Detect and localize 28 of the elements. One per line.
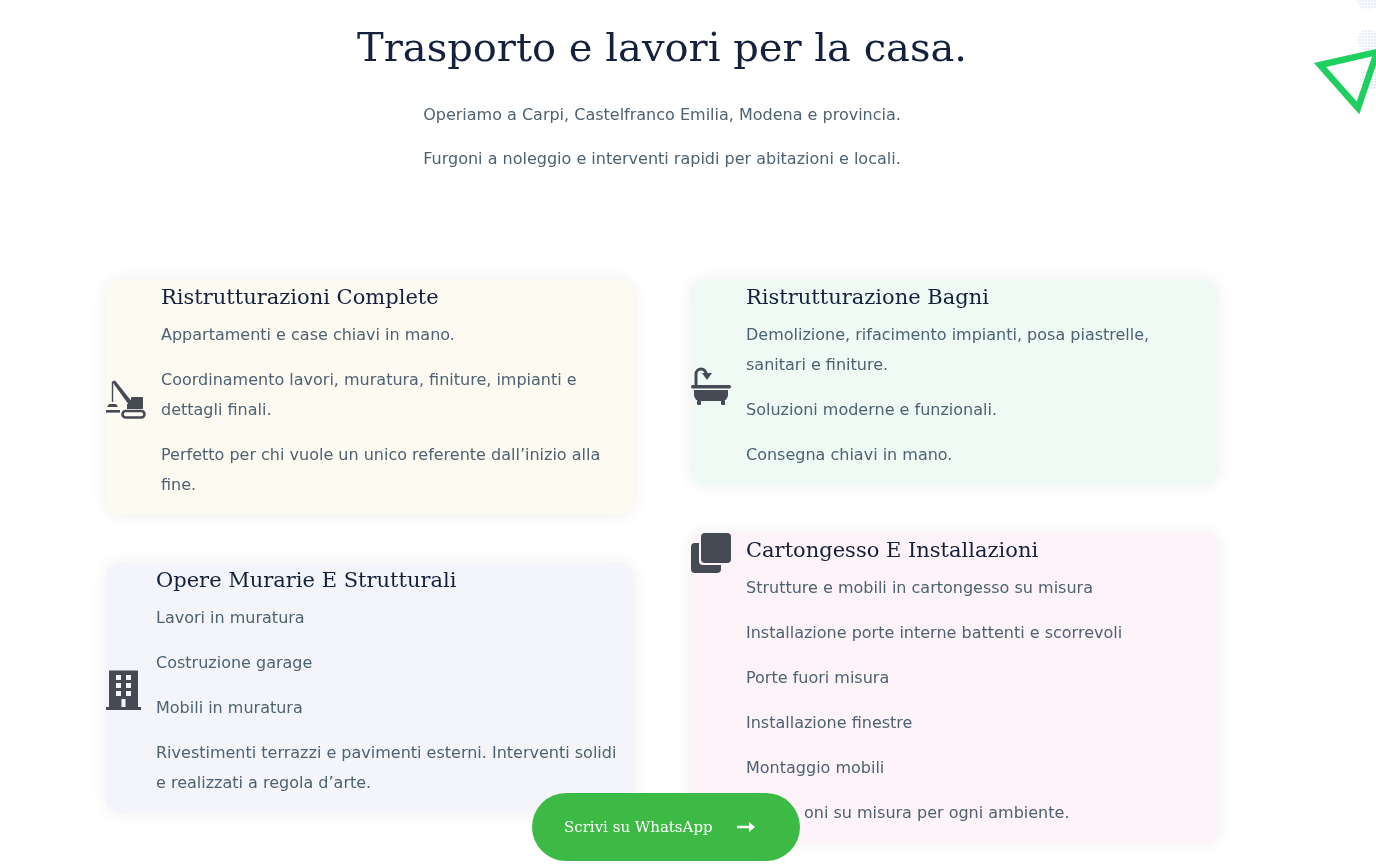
card-text: Demolizione, rifacimento impianti, posa piastrelle, sanitari e finiture.	[746, 324, 1151, 376]
card-text: Strutture e mobili in cartongesso su misura	[746, 577, 1094, 599]
whatsapp-button[interactable]: Scrivi su WhatsApp	[532, 793, 800, 861]
arrow-right-icon	[736, 822, 755, 832]
card-text: Coordinamento lavori, muratura, finiture, impianti e dettagli finali.	[161, 369, 578, 421]
card-title: Opere Murarie E Strutturali	[156, 567, 458, 593]
card-title: Cartongesso E Installazioni	[746, 537, 1040, 563]
card-text: Rivestimenti terrazzi e pavimenti esterni. Interventi solidi e realizzati a regola d’arte.	[156, 742, 618, 794]
card-text: Consegna chiavi in mano.	[746, 444, 954, 466]
intro-text: Furgoni a noleggio e interventi rapidi per abitazioni e locali.	[423, 148, 901, 170]
intro-text: Operiamo a Carpi, Castelfranco Emilia, Modena e provincia.	[423, 104, 901, 126]
page-heading: Trasporto e lavori per la casa.	[357, 23, 967, 72]
card-text: Porte fuori misura	[746, 667, 891, 689]
overlapping-squares-icon	[691, 533, 731, 573]
card-title: Ristrutturazione Bagni	[746, 284, 990, 310]
card-text: Lavori in muratura	[156, 607, 306, 629]
card-text: Appartamenti e case chiavi in mano.	[161, 324, 456, 346]
card-title: Ristrutturazioni Complete	[161, 284, 440, 310]
building-icon	[106, 670, 141, 710]
card-text: Mobili in muratura	[156, 697, 304, 719]
card-text: Perfetto per chi vuole un unico referente dall’inizio alla fine.	[161, 444, 602, 496]
card-text: oni su misura per ogni ambiente.	[804, 802, 1071, 824]
card-text: Soluzioni moderne e funzionali.	[746, 399, 998, 421]
card-text: Installazione porte interne battenti e scorrevoli	[746, 622, 1124, 644]
card-text: Montaggio mobili	[746, 757, 886, 779]
crane-icon	[106, 380, 146, 419]
card-text: Installazione finestre	[746, 712, 914, 734]
card-text: Costruzione garage	[156, 652, 314, 674]
